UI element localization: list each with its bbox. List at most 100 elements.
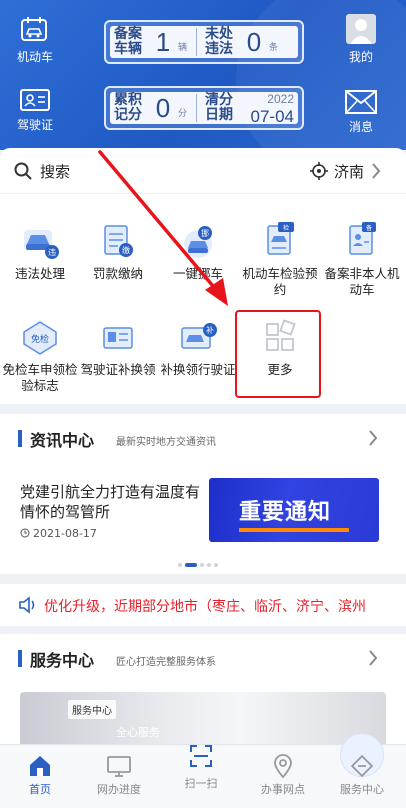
grid-label: 驾驶证补换领	[80, 362, 156, 377]
chevron-right-icon[interactable]	[371, 162, 381, 180]
tab-service-points[interactable]: 办事网点	[243, 745, 323, 797]
notice-text: 优化升级，近期部分地市（枣庄、临沂、济宁、滨州	[44, 599, 366, 615]
news-subtitle: 最新实时地方交通资讯	[116, 437, 216, 448]
exempt-sticker-icon: 免检	[23, 321, 57, 355]
monitor-icon	[107, 756, 131, 777]
news-date-text: 2021-08-17	[33, 527, 97, 540]
grid-label: 一键挪车	[172, 266, 223, 281]
unhandled-violations-count: 0	[246, 26, 262, 57]
grid-label: 违法处理	[14, 266, 65, 281]
messages-label: 消息	[348, 120, 373, 134]
grid-label: 免检车申领检验标志	[2, 362, 78, 393]
grid-item-exempt[interactable]: 免检 免检车申领检验标志	[0, 318, 80, 394]
profile-button[interactable]: 我的	[326, 14, 396, 65]
unhandled-violations-label: 未处违法	[205, 26, 233, 57]
chevron-right-icon[interactable]	[368, 429, 378, 447]
bottom-tab-bar: 首页 网办进度 扫一扫 办事网点 服务中心	[0, 733, 406, 808]
vehicle-record-icon: 备	[349, 222, 376, 255]
violation-unit: 条	[269, 43, 279, 53]
news-image-text: 重要通知	[239, 500, 332, 525]
accumulated-points-label: 累积记分	[114, 92, 142, 123]
tab-scan[interactable]: 扫一扫	[161, 733, 384, 791]
tab-home[interactable]: 首页	[0, 745, 80, 797]
clock-icon	[20, 528, 30, 538]
vehicle-unit: 辆	[178, 43, 188, 53]
divider	[196, 28, 197, 56]
clear-date-value: 2022 07-04	[251, 91, 294, 125]
speaker-icon	[19, 596, 35, 614]
news-item-title: 党建引航全力打造有温度有情怀的驾管所	[20, 483, 201, 521]
grid-item-fine[interactable]: 缴 罚款缴纳	[78, 222, 158, 282]
search-bar[interactable]: 搜索 济南	[0, 148, 406, 194]
carousel-dot-active	[185, 563, 197, 567]
locate-icon	[310, 162, 328, 180]
svg-text:检: 检	[283, 224, 289, 232]
carousel-dot	[200, 563, 204, 567]
id-card-icon	[20, 89, 50, 111]
tab-label: 服务中心	[340, 783, 384, 796]
service-icon	[350, 754, 374, 778]
carousel-dot	[214, 563, 218, 567]
news-header[interactable]: 资讯中心 最新实时地方交通资讯	[0, 414, 406, 460]
accumulated-points-value: 0	[155, 92, 171, 123]
envelope-icon	[345, 90, 377, 114]
service-banner-tag: 服务中心	[68, 700, 116, 719]
carousel-dots	[178, 563, 221, 567]
search-icon	[14, 162, 32, 180]
tab-label: 首页	[29, 783, 51, 796]
header: 机动车 驾驶证 备案车辆 1 辆 未处违法 0 条 累积记分 0 分 清分日期	[0, 0, 406, 150]
news-title: 资讯中心	[30, 431, 95, 450]
notice-bar[interactable]: 优化升级，近期部分地市（枣庄、临沂、济宁、滨州	[0, 584, 406, 626]
svg-text:违: 违	[48, 248, 56, 257]
grid-item-inspection[interactable]: 检 机动车检验预约	[240, 222, 320, 298]
grid-label: 机动车检验预约	[242, 266, 318, 297]
news-item-date: 2021-08-17	[20, 527, 97, 540]
carousel-dot	[178, 563, 182, 567]
svg-text:挪: 挪	[201, 228, 209, 238]
fine-payment-icon: 缴	[104, 225, 133, 257]
section-bar	[18, 650, 22, 667]
search-placeholder[interactable]: 搜索	[40, 161, 70, 182]
location-pin-icon	[274, 754, 292, 779]
news-section: 资讯中心 最新实时地方交通资讯 党建引航全力打造有温度有情怀的驾管所 2021-…	[0, 414, 406, 574]
license-button[interactable]: 驾驶证	[0, 88, 70, 133]
tab-label: 办事网点	[261, 783, 305, 796]
violation-car-icon: 违	[24, 230, 59, 259]
svg-text:补: 补	[206, 325, 214, 335]
service-header[interactable]: 服务中心 匠心打造完整服务体系	[0, 634, 406, 680]
clear-date-label: 清分日期	[205, 92, 233, 123]
license-label: 驾驶证	[16, 118, 53, 132]
vehicle-status-card[interactable]: 备案车辆 1 辆 未处违法 0 条	[104, 20, 304, 64]
tab-service-center[interactable]: 服务中心	[322, 745, 402, 797]
messages-button[interactable]: 消息	[326, 90, 396, 135]
tab-label: 扫一扫	[184, 777, 218, 790]
city-selector[interactable]: 济南	[334, 161, 364, 182]
inspection-booking-icon: 检	[267, 222, 294, 255]
grid-item-driving-permit[interactable]: 补 补换领行驶证	[158, 318, 238, 378]
grid-label: 罚款缴纳	[92, 266, 143, 281]
points-unit: 分	[178, 109, 188, 119]
grid-item-vehicle-record[interactable]: 备 备案非本人机动车	[322, 222, 402, 298]
grid-item-license-replace[interactable]: 驾驶证补换领	[78, 318, 158, 378]
svg-text:缴: 缴	[122, 245, 130, 255]
svg-text:免检: 免检	[31, 333, 49, 345]
svg-text:备: 备	[366, 224, 372, 232]
chevron-right-icon[interactable]	[368, 649, 378, 667]
service-section: 服务中心 匠心打造完整服务体系 服务中心 全心服务	[0, 634, 406, 752]
tab-progress[interactable]: 网办进度	[79, 745, 159, 797]
registered-vehicles-label: 备案车辆	[114, 26, 142, 57]
vehicle-button[interactable]: 机动车	[0, 16, 70, 65]
service-title: 服务中心	[30, 651, 95, 670]
annotation-highlight-box	[235, 310, 321, 398]
registered-vehicles-count: 1	[155, 26, 171, 57]
profile-label: 我的	[348, 50, 373, 64]
car-calendar-icon	[21, 17, 47, 41]
news-image-underline	[239, 528, 349, 532]
grid-item-violation[interactable]: 违 违法处理	[0, 222, 80, 282]
carousel-dot	[207, 563, 211, 567]
grid-label: 补换领行驶证	[160, 362, 236, 377]
news-thumbnail[interactable]: 重要通知	[209, 478, 379, 542]
score-status-card[interactable]: 累积记分 0 分 清分日期 2022 07-04	[104, 86, 304, 130]
divider	[196, 94, 197, 122]
grid-item-move-car[interactable]: 挪 一键挪车	[158, 222, 238, 282]
